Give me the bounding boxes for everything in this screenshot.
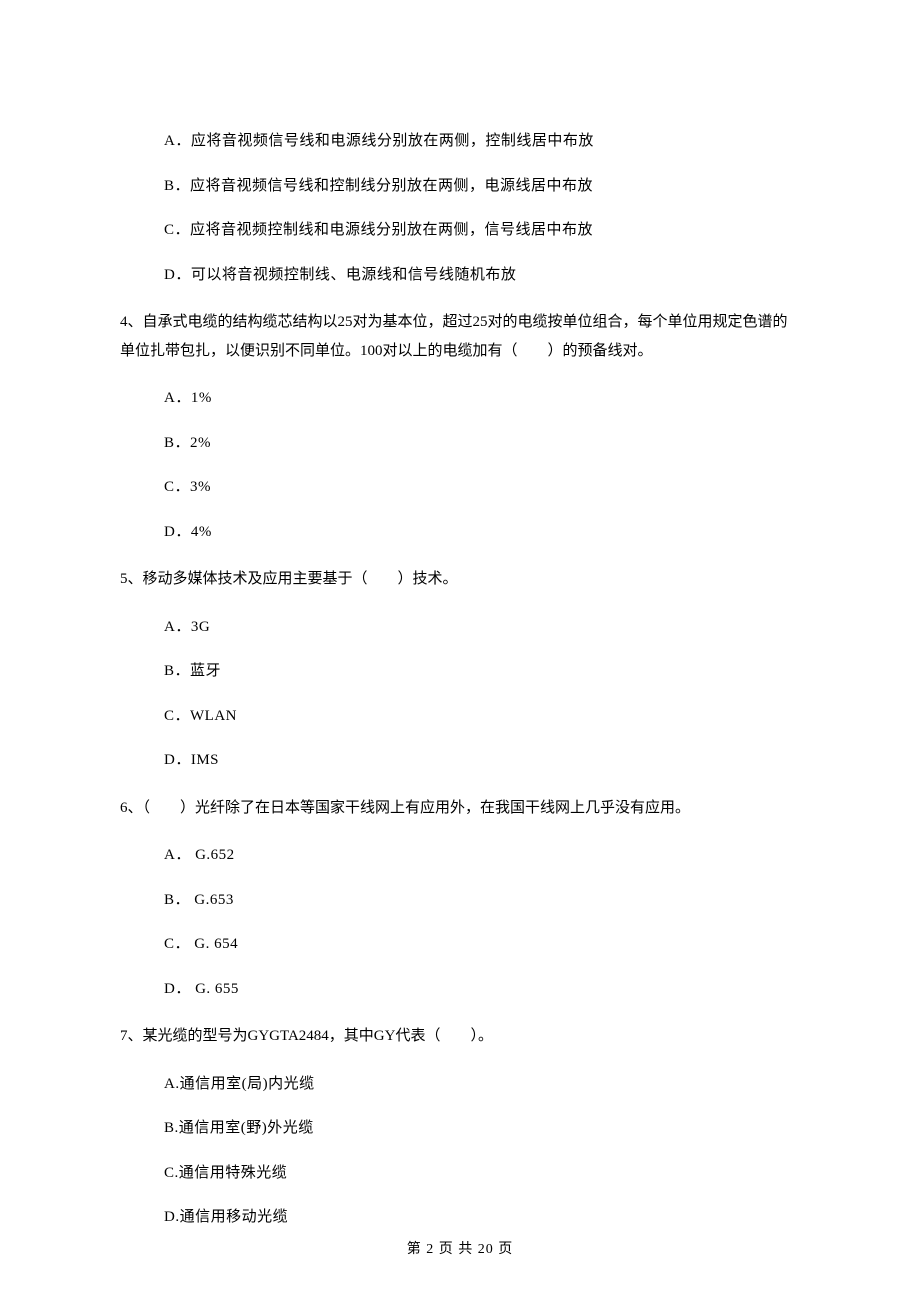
- option-a-prev: A．应将音视频信号线和电源线分别放在两侧，控制线居中布放: [164, 130, 800, 153]
- q4-option-d: D．4%: [164, 521, 800, 544]
- question-6: 6、（ ）光纤除了在日本等国家干线网上有应用外，在我国干线网上几乎没有应用。: [120, 794, 800, 823]
- option-d-prev: D．可以将音视频控制线、电源线和信号线随机布放: [164, 264, 800, 287]
- page-footer: 第 2 页 共 20 页: [0, 1239, 920, 1260]
- q6-option-a: A． G.652: [164, 844, 800, 867]
- q7-option-c: C.通信用特殊光缆: [164, 1162, 800, 1185]
- question-5: 5、移动多媒体技术及应用主要基于（ ）技术。: [120, 565, 800, 594]
- q7-option-b: B.通信用室(野)外光缆: [164, 1117, 800, 1140]
- q4-option-a: A．1%: [164, 387, 800, 410]
- q5-option-a: A．3G: [164, 616, 800, 639]
- question-7: 7、某光缆的型号为GYGTA2484，其中GY代表（ ）。: [120, 1022, 800, 1051]
- q6-option-d: D． G. 655: [164, 978, 800, 1001]
- q4-option-c: C．3%: [164, 476, 800, 499]
- q6-option-c: C． G. 654: [164, 933, 800, 956]
- option-b-prev: B．应将音视频信号线和控制线分别放在两侧，电源线居中布放: [164, 175, 800, 198]
- document-page: A．应将音视频信号线和电源线分别放在两侧，控制线居中布放 B．应将音视频信号线和…: [0, 0, 920, 1302]
- question-4: 4、自承式电缆的结构缆芯结构以25对为基本位，超过25对的电缆按单位组合，每个单…: [120, 308, 800, 365]
- q5-option-d: D．IMS: [164, 749, 800, 772]
- q4-option-b: B．2%: [164, 432, 800, 455]
- q5-option-c: C．WLAN: [164, 705, 800, 728]
- q7-option-d: D.通信用移动光缆: [164, 1206, 800, 1229]
- q7-option-a: A.通信用室(局)内光缆: [164, 1073, 800, 1096]
- q6-option-b: B． G.653: [164, 889, 800, 912]
- option-c-prev: C．应将音视频控制线和电源线分别放在两侧，信号线居中布放: [164, 219, 800, 242]
- q5-option-b: B．蓝牙: [164, 660, 800, 683]
